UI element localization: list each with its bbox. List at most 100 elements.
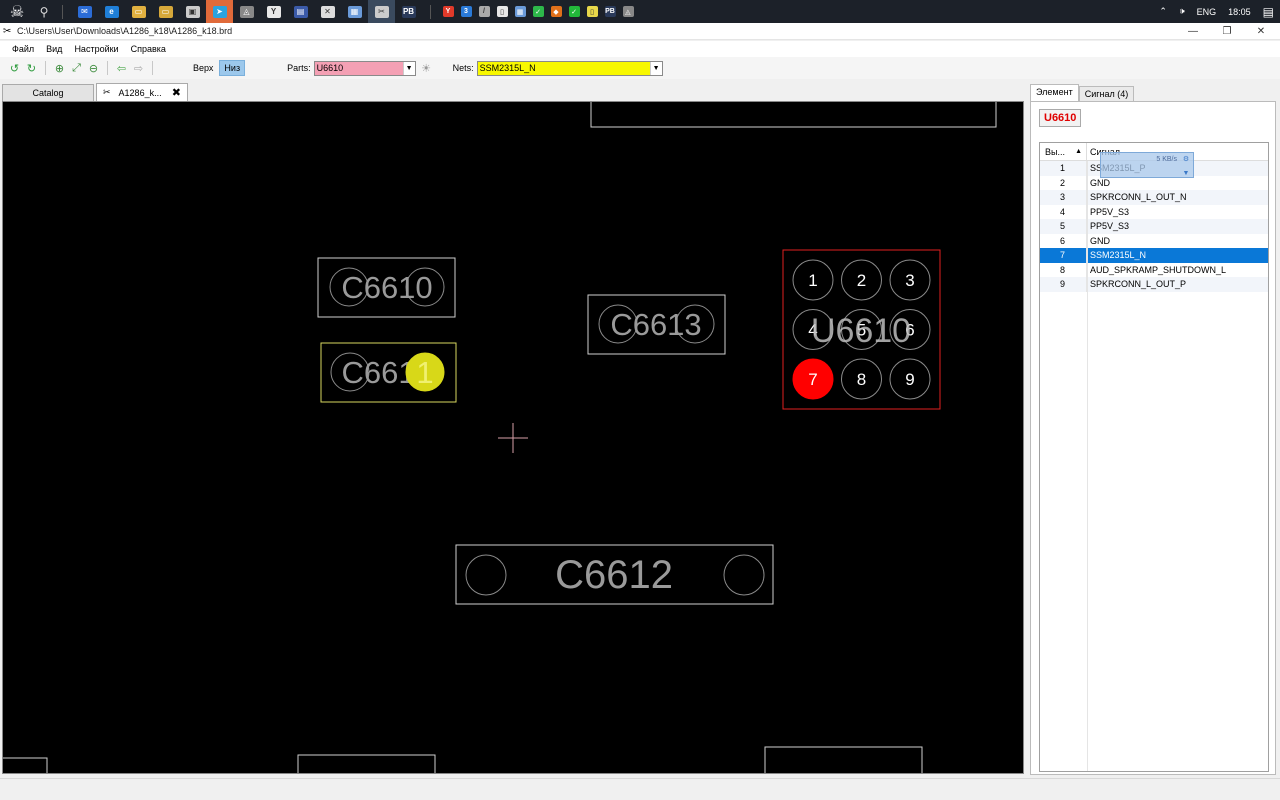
network-tray-icon-glyph: ◬: [622, 6, 634, 17]
nets-combobox[interactable]: SSM2315L_N ▼: [476, 60, 663, 76]
pb-app-icon[interactable]: PB: [395, 0, 422, 23]
pad-number: 8: [857, 370, 866, 389]
boardviewer-app-icon: ✂: [3, 25, 12, 37]
tab-catalog[interactable]: Catalog: [2, 84, 94, 101]
menu-help[interactable]: Справка: [125, 44, 172, 54]
partial-component-outline: [590, 102, 997, 128]
restore-button[interactable]: ❐: [1210, 23, 1244, 40]
menu-view[interactable]: Вид: [40, 44, 68, 54]
pen-tray-icon[interactable]: /: [475, 0, 493, 23]
window-titlebar: ✂ C:\Users\User\Downloads\A1286_k18\A128…: [0, 23, 1280, 40]
pb-tray-icon[interactable]: PB: [601, 0, 619, 23]
tab-element[interactable]: Элемент: [1030, 84, 1079, 101]
clock[interactable]: 18:05: [1228, 7, 1251, 17]
table-row[interactable]: 4 PP5V_S3: [1040, 204, 1268, 219]
component-c6613[interactable]: C6613: [587, 294, 726, 355]
save-app-icon[interactable]: ▤: [287, 0, 314, 23]
tab-signal[interactable]: Сигнал (4): [1078, 86, 1135, 101]
nets-value[interactable]: SSM2315L_N: [477, 61, 650, 75]
window-tray-icon[interactable]: ▦: [511, 0, 529, 23]
forward-arrow-icon[interactable]: ⇨: [130, 60, 147, 77]
pb-app-icon-glyph: PB: [401, 5, 416, 18]
table-row[interactable]: 9 SPKRCONN_L_OUT_P: [1040, 277, 1268, 292]
component-u6610[interactable]: 1 2 34 5 67 8 9 U6610: [782, 249, 941, 410]
volume-icon[interactable]: 🕩: [1179, 6, 1185, 17]
minimize-button[interactable]: —: [1176, 23, 1210, 40]
window-app-icon[interactable]: ▦: [341, 0, 368, 23]
chevron-down-icon[interactable]: ▼: [402, 61, 415, 75]
component-c6610[interactable]: C6610: [317, 257, 456, 318]
folder-icon[interactable]: ▭: [152, 0, 179, 23]
zoom-in-icon[interactable]: ⊕: [51, 60, 68, 77]
column-pin[interactable]: Вы... ▲: [1040, 143, 1087, 160]
tab-catalog-label: Catalog: [32, 88, 64, 98]
parts-value[interactable]: U6610: [314, 61, 403, 75]
doc-tray-icon[interactable]: ▯: [493, 0, 511, 23]
pcb-view[interactable]: C6610 C6611 1 C6613 C6612 1 2 34 5 67 8 9: [3, 102, 1024, 774]
close-button[interactable]: ✕: [1244, 23, 1278, 40]
check-tray-icon[interactable]: ✓: [529, 0, 547, 23]
zoom-fit-icon[interactable]: ⤢: [68, 60, 85, 77]
notifications-icon[interactable]: ▤: [1263, 5, 1274, 19]
store-icon-glyph: ▣: [185, 5, 200, 18]
boardviewer-icon[interactable]: ✂: [368, 0, 395, 23]
table-row[interactable]: 6 GND: [1040, 233, 1268, 248]
pin-signal-table[interactable]: Вы... ▲ Сигнал 1SSM2315L_P2GND3SPKRCONN_…: [1039, 142, 1269, 772]
pad[interactable]: [465, 554, 507, 596]
document-tabs: Catalog ✂ A1286_k... ✖: [0, 83, 1024, 101]
shield-tray-icon[interactable]: 3: [457, 0, 475, 23]
partial-component-outline: [297, 754, 436, 773]
mail-icon[interactable]: ✉: [71, 0, 98, 23]
yandex-browser-icon[interactable]: Y: [260, 0, 287, 23]
chevron-up-icon[interactable]: ⌃: [1159, 6, 1167, 17]
fox-tray-icon[interactable]: ◆: [547, 0, 565, 23]
zoom-out-icon[interactable]: ⊖: [85, 60, 102, 77]
chevron-down-icon[interactable]: ▼: [649, 61, 662, 75]
table-row[interactable]: 7 SSM2315L_N: [1040, 248, 1268, 263]
table-row[interactable]: 8 AUD_SPKRAMP_SHUTDOWN_L: [1040, 262, 1268, 277]
network-tray-icon[interactable]: ◬: [619, 0, 637, 23]
check-tray-icon[interactable]: ✓: [565, 0, 583, 23]
telegram-icon[interactable]: ➤: [206, 0, 233, 23]
back-arrow-icon[interactable]: ⇦: [113, 60, 130, 77]
mail-app-icon[interactable]: ✕: [314, 0, 341, 23]
side-top-button[interactable]: Верх: [189, 61, 217, 75]
side-bottom-button[interactable]: Низ: [219, 60, 246, 76]
taskbar-divider: [62, 4, 63, 19]
lightbulb-icon[interactable]: ☀: [418, 60, 435, 77]
language-indicator[interactable]: ENG: [1197, 7, 1217, 17]
component-label: C6610: [341, 270, 432, 305]
table-row[interactable]: 3 SPKRCONN_L_OUT_N: [1040, 190, 1268, 205]
file-tray-icon[interactable]: ▯: [583, 0, 601, 23]
pad[interactable]: [723, 554, 765, 596]
menu-file[interactable]: Файл: [6, 44, 40, 54]
table-row[interactable]: 5 PP5V_S3: [1040, 219, 1268, 234]
component-c6611[interactable]: C6611 1: [320, 342, 457, 403]
boardviewer-icon-glyph: ✂: [374, 5, 389, 18]
file-tray-icon-glyph: ▯: [586, 6, 598, 17]
component-c6612[interactable]: C6612: [455, 544, 774, 605]
tab-board[interactable]: ✂ A1286_k... ✖: [96, 83, 188, 101]
pin-number-cell: 2: [1040, 175, 1087, 190]
telegram-icon-glyph: ➤: [212, 5, 227, 18]
yandex-tray-icon[interactable]: Y: [439, 0, 457, 23]
signal-name-cell: PP5V_S3: [1090, 221, 1130, 232]
boardviewer-tab-icon: ✂: [103, 87, 111, 97]
rotate-left-icon[interactable]: ↺: [6, 60, 23, 77]
store-icon[interactable]: ▣: [179, 0, 206, 23]
parts-combobox[interactable]: U6610 ▼: [313, 60, 416, 76]
board-canvas[interactable]: C6610 C6611 1 C6613 C6612 123456789 U661…: [2, 101, 1024, 774]
folder-icon[interactable]: ▭: [125, 0, 152, 23]
network-icon[interactable]: ◬: [233, 0, 260, 23]
edge-icon[interactable]: e: [98, 0, 125, 23]
signal-name-cell: SPKRCONN_L_OUT_P: [1090, 279, 1187, 290]
chevron-down-icon[interactable]: ▼: [1183, 170, 1190, 177]
close-tab-icon[interactable]: ✖: [172, 86, 181, 99]
rotate-right-icon[interactable]: ↻: [23, 60, 40, 77]
windows-taskbar: ☠ ⚲ ✉ e ▭ ▭ ▣ ➤ ◬ Y ▤ ✕ ▦ ✂ PB Y 3/▯ ▦ ✓ ◆ ✓ ▯ PB ◬ ⌃ 🕩 ENG …: [0, 0, 1280, 23]
start-button[interactable]: ☠: [0, 0, 34, 23]
menu-settings[interactable]: Настройки: [68, 44, 124, 54]
pin-number-cell: 9: [1040, 277, 1087, 292]
search-icon[interactable]: ⚲: [34, 5, 54, 19]
settings-icon[interactable]: ⚙: [1183, 155, 1189, 163]
